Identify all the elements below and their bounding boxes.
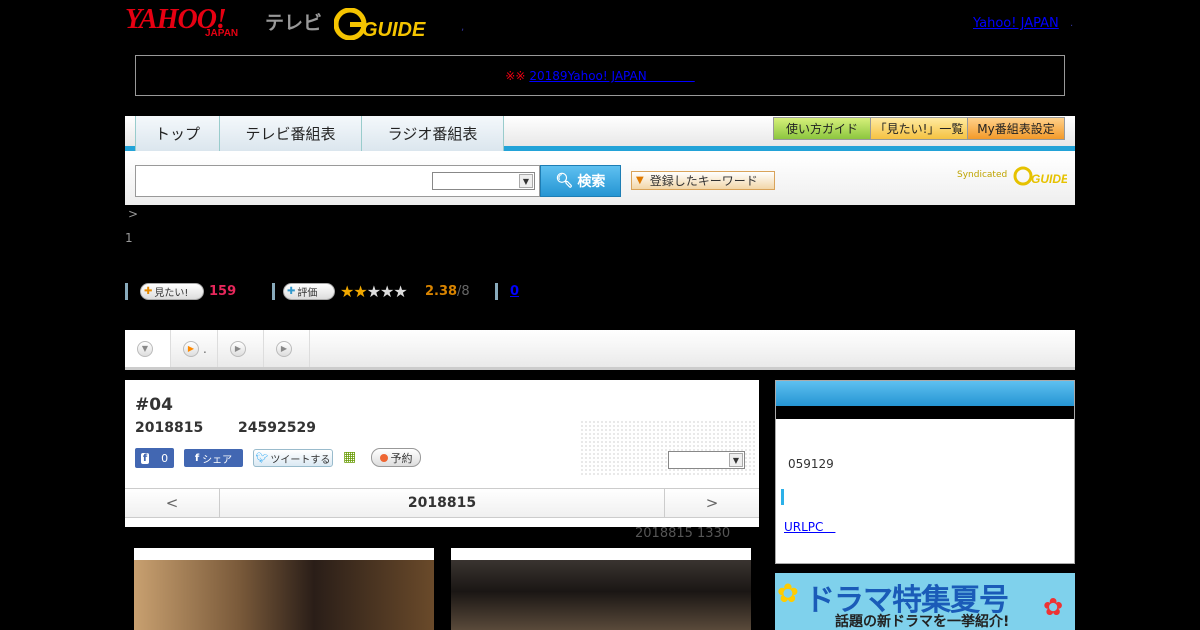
calendar-add-icon[interactable]: ▦ xyxy=(343,449,361,467)
pager-prev-button[interactable]: < xyxy=(125,489,220,517)
comment-count-link[interactable]: 0 xyxy=(510,284,519,299)
plus-icon: ✚ xyxy=(287,286,296,297)
tab-top[interactable]: トップ xyxy=(135,116,220,151)
rate-button[interactable]: ✚ 評価 xyxy=(283,283,335,300)
rating-value: 2.38 xyxy=(425,284,458,299)
svg-text:GUIDE: GUIDE xyxy=(1031,172,1067,186)
play-icon: ▶ xyxy=(230,340,246,357)
program-panel: #04 2018815 24592529 f 0 f シェア 🐦︎ ツイートする… xyxy=(125,380,759,527)
notice-box: ※※ 20189Yahoo! JAPAN xyxy=(135,55,1065,96)
device-select[interactable]: ▼ xyxy=(668,451,745,469)
broadcast-time: 24592529 xyxy=(238,420,316,436)
program-image-2[interactable] xyxy=(451,548,751,630)
sub-tab-1[interactable]: ▼ xyxy=(125,330,171,367)
search-button[interactable]: 🔍︎ 検索 xyxy=(540,165,621,197)
header-separator-2: . xyxy=(1070,18,1074,29)
registered-keyword-button[interactable]: ▼ 登録したキーワード xyxy=(631,171,775,190)
stat-divider xyxy=(272,283,275,300)
usage-guide-button[interactable]: 使い方ガイド xyxy=(773,117,871,140)
mitai-button[interactable]: ✚ 見たい! xyxy=(140,283,204,300)
side-panel-time: 059129 xyxy=(788,457,834,471)
star-filled-icon: ★★ xyxy=(340,282,368,301)
side-panel-marker xyxy=(781,489,784,505)
chevron-down-icon: ▼ xyxy=(519,174,533,188)
reserve-button[interactable]: 予約 xyxy=(371,448,421,467)
side-panel-header xyxy=(776,381,1074,406)
notice-mark: ※※ xyxy=(505,68,526,83)
notice-link[interactable]: 20189Yahoo! JAPAN xyxy=(529,67,694,84)
search-button-label: 検索 xyxy=(577,174,606,190)
facebook-icon: f xyxy=(194,452,200,464)
program-photo xyxy=(134,560,434,630)
updated-timestamp: 2018815 1330 xyxy=(635,526,731,541)
sub-tab-3[interactable]: ▶ xyxy=(218,330,264,367)
record-icon xyxy=(379,453,388,462)
twitter-icon: 🐦︎ xyxy=(255,452,269,464)
tab-tv-schedule[interactable]: テレビ番組表 xyxy=(219,116,362,151)
breadcrumb: > xyxy=(128,207,139,221)
stat-divider xyxy=(125,283,128,300)
main-tabs: トップ テレビ番組表 ラジオ番組表 使い方ガイド 「見たい!」一覧 My番組表設… xyxy=(125,116,1075,151)
breadcrumb-sub: 1 xyxy=(125,231,133,245)
date-pager: < 2018815 > xyxy=(125,488,759,518)
tweet-label: ツイートする xyxy=(270,454,331,466)
flower-icon: ✿ xyxy=(1043,593,1064,621)
drama-special-banner[interactable]: ✿ ✿ ドラマ特集夏号 話題の新ドラマを一挙紹介! xyxy=(775,573,1075,630)
svg-text:GUIDE: GUIDE xyxy=(362,19,426,40)
reserve-label: 予約 xyxy=(390,451,413,465)
facebook-share-button[interactable]: f シェア xyxy=(184,449,243,467)
episode-title: #04 xyxy=(135,395,173,415)
rating-stars: ★★★★★ xyxy=(340,282,408,301)
play-icon: ▶ xyxy=(276,340,292,357)
mitai-label: 見たい! xyxy=(154,288,189,299)
my-schedule-settings-button[interactable]: My番組表設定 xyxy=(967,117,1065,140)
tv-logo-text[interactable]: テレビ xyxy=(265,8,322,35)
facebook-like-count: 0 xyxy=(161,451,169,465)
sub-tab-2[interactable]: ▶ . xyxy=(171,330,218,367)
sub-tabs: ▼ ▶ . ▶ ▶ xyxy=(125,330,1075,370)
search-icon: 🔍︎ xyxy=(555,173,574,189)
nav-box: トップ テレビ番組表 ラジオ番組表 使い方ガイド 「見たい!」一覧 My番組表設… xyxy=(125,116,1075,205)
yahoo-japan-logo-text: JAPAN xyxy=(205,28,239,39)
g-guide-logo[interactable]: GUIDE xyxy=(334,8,432,40)
mitai-list-button[interactable]: 「見たい!」一覧 xyxy=(870,117,968,140)
star-empty-icon: ★★★ xyxy=(366,282,408,301)
rating-max: /8 xyxy=(457,284,470,299)
dropdown-arrow-icon: ▼ xyxy=(636,175,644,186)
side-panel: 059129 URLPC xyxy=(775,380,1075,564)
facebook-like-button[interactable]: f 0 xyxy=(135,448,174,468)
search-category-select[interactable]: ▼ xyxy=(432,172,535,190)
flower-icon: ✿ xyxy=(777,579,799,609)
tab-radio-schedule[interactable]: ラジオ番組表 xyxy=(361,116,504,151)
tweet-button[interactable]: 🐦︎ ツイートする xyxy=(253,449,333,467)
banner-subtitle: 話題の新ドラマを一挙紹介! xyxy=(835,614,1010,630)
registered-keyword-label: 登録したキーワード xyxy=(649,174,758,188)
sub-tab-4[interactable]: ▶ xyxy=(264,330,310,367)
program-image-1[interactable] xyxy=(134,548,434,630)
facebook-share-label: シェア xyxy=(202,454,233,466)
plus-icon: ✚ xyxy=(144,286,153,297)
syndicated-text: Syndicated xyxy=(957,170,1008,180)
pager-current-date: 2018815 xyxy=(407,495,477,511)
syndicated-guide-logo: GUIDE xyxy=(1013,166,1067,186)
side-panel-url-link[interactable]: URLPC xyxy=(784,518,835,535)
facebook-icon: f xyxy=(140,452,150,464)
sub-tab-2-label: . xyxy=(203,341,207,356)
header-separator: , xyxy=(461,22,465,33)
side-panel-subheader xyxy=(776,406,1074,419)
mitai-count: 159 xyxy=(209,284,237,299)
chevron-down-icon: ▼ xyxy=(729,453,743,467)
search-row: ▼ 🔍︎ 検索 ▼ 登録したキーワード Syndicated GUIDE xyxy=(125,156,1075,205)
broadcast-date: 2018815 xyxy=(135,420,204,436)
yahoo-japan-link[interactable]: Yahoo! JAPAN xyxy=(973,16,1059,31)
program-photo xyxy=(451,560,751,630)
chevron-down-icon: ▼ xyxy=(137,340,153,357)
stat-divider xyxy=(495,283,498,300)
play-icon: ▶ xyxy=(183,340,199,357)
pager-next-button[interactable]: > xyxy=(664,489,759,517)
rate-label: 評価 xyxy=(297,288,318,299)
